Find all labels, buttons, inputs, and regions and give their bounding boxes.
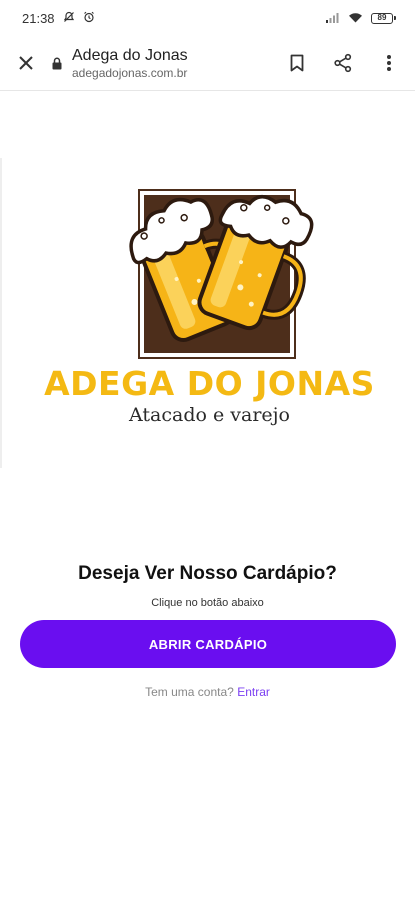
close-icon <box>19 56 33 70</box>
battery-icon: 89 <box>371 12 396 24</box>
address-texts: Adega do Jonas adegadojonas.com.br <box>72 46 188 81</box>
menu-prompt-heading: Deseja Ver Nosso Cardápio? <box>78 563 337 584</box>
brand-tagline: Atacado e varejo <box>129 404 290 426</box>
login-prompt: Tem uma conta? Entrar <box>0 684 415 700</box>
page-title: Adega do Jonas <box>72 46 188 64</box>
notifications-off-icon <box>63 11 75 26</box>
alarm-icon <box>83 11 95 26</box>
menu-prompt-subtitle: Clique no botão abaixo <box>151 597 264 609</box>
share-button[interactable] <box>325 45 361 81</box>
bookmark-button[interactable] <box>279 45 315 81</box>
login-prompt-text: Tem uma conta? <box>145 685 234 699</box>
close-tab-button[interactable] <box>8 45 44 81</box>
browser-toolbar: Adega do Jonas adegadojonas.com.br <box>0 36 415 91</box>
signal-icon <box>326 11 340 26</box>
brand-name: ADEGA DO JONAS <box>44 364 375 403</box>
lock-icon <box>48 57 66 70</box>
brand-logo-banner: ADEGA DO JONAS Atacado e varejo <box>0 158 415 468</box>
status-time: 21:38 <box>22 10 55 26</box>
status-bar: 21:38 89 <box>0 0 415 36</box>
share-icon <box>334 53 352 73</box>
more-options-button[interactable] <box>371 45 407 81</box>
toolbar-actions <box>279 45 407 81</box>
wifi-icon <box>348 11 363 26</box>
beer-mugs-icon <box>129 194 314 342</box>
open-menu-button[interactable]: ABRIR CARDÁPIO <box>20 620 396 668</box>
page-url: adegadojonas.com.br <box>72 65 188 80</box>
status-left: 21:38 <box>22 11 95 26</box>
more-vert-icon <box>387 55 391 71</box>
login-link[interactable]: Entrar <box>237 685 270 699</box>
status-right: 89 <box>326 11 396 26</box>
bookmark-icon <box>290 54 304 72</box>
address-area[interactable]: Adega do Jonas adegadojonas.com.br <box>48 46 279 81</box>
